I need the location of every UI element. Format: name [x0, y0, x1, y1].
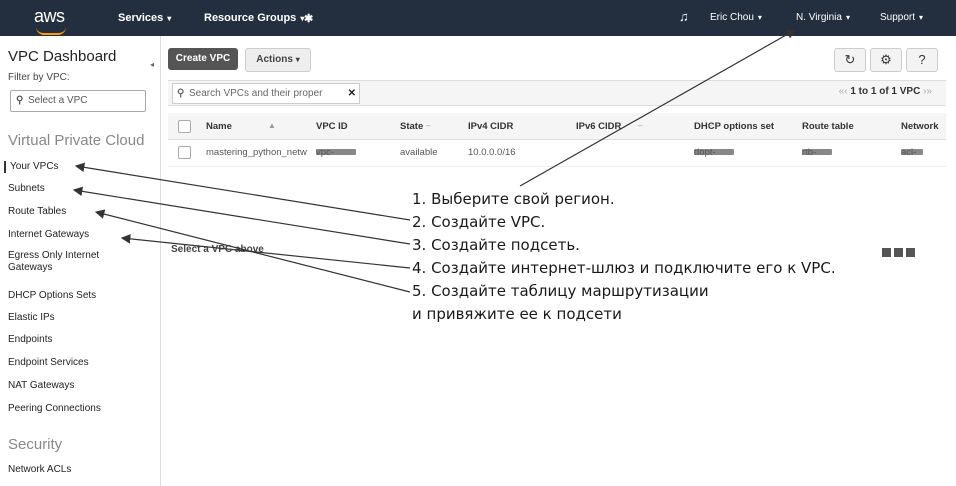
pin-icon[interactable]: ✱: [304, 12, 313, 25]
column-header-ipv4-cidr[interactable]: IPv4 CIDR: [468, 121, 513, 132]
support-menu[interactable]: Support ▾: [880, 12, 923, 23]
vpc-search-bar: ⚲ Search VPCs and their proper ✕ «‹ 1 to…: [168, 80, 946, 106]
cell-ipv4-cidr: 10.0.0.0/16: [468, 147, 516, 158]
services-menu[interactable]: Services ▾: [118, 12, 171, 24]
search-icon: ⚲: [16, 95, 24, 106]
create-vpc-button[interactable]: Create VPC: [168, 48, 238, 70]
clear-search-icon[interactable]: ✕: [348, 84, 356, 103]
annotation-step-4: 4. Создайте интернет-шлюз и подключите е…: [412, 259, 836, 277]
sidebar-item-internet-gateways[interactable]: Internet Gateways: [8, 229, 148, 241]
table-header: Name ▲ VPC ID – State – IPv4 CIDR IPv6 CIDR…: [168, 113, 946, 140]
arrow-to-internet-gateways: [120, 234, 411, 269]
sidebar-item-endpoint-services[interactable]: Endpoint Services: [8, 357, 148, 369]
pagination: «‹ 1 to 1 of 1 VPC ›»: [838, 86, 932, 97]
layout-bottom-icon[interactable]: [906, 248, 915, 257]
cell-route-table: rtb-: [802, 147, 832, 158]
sidebar-item-peering-connections[interactable]: Peering Connections: [8, 403, 148, 415]
region-selector[interactable]: N. Virginia ▾: [796, 12, 850, 23]
chevron-down-icon: ▾: [845, 13, 850, 22]
help-icon[interactable]: ?: [906, 48, 938, 72]
sort-icon: –: [816, 121, 821, 130]
aws-logo-smile-icon: [36, 27, 66, 35]
resource-groups-menu[interactable]: Resource Groups ▾: [204, 12, 304, 24]
cell-name: mastering_python_netw: [206, 147, 307, 158]
sidebar-item-nat-gateways[interactable]: NAT Gateways: [8, 380, 148, 392]
top-nav-bar: aws Services ▾ Resource Groups ▾ ✱ ♫ Eric …: [0, 0, 956, 36]
cell-state: available: [400, 147, 438, 158]
cell-dhcp-options-set: dopt-: [694, 147, 734, 158]
row-checkbox[interactable]: [178, 146, 191, 159]
actions-dropdown[interactable]: Actions ▾: [245, 48, 311, 72]
sort-icon: –: [638, 121, 643, 130]
chevron-down-icon: ▾: [167, 14, 172, 23]
sidebar-item-subnets[interactable]: Subnets: [8, 183, 148, 195]
sidebar-title[interactable]: VPC Dashboard: [8, 48, 116, 65]
select-all-checkbox[interactable]: [178, 120, 191, 133]
detail-empty-message: Select a VPC above: [171, 244, 264, 255]
chevron-down-icon: ▾: [919, 13, 924, 22]
filter-label: Filter by VPC:: [8, 72, 70, 83]
sidebar: VPC Dashboard ◂ Filter by VPC: ⚲ Select …: [0, 36, 161, 486]
annotation-step-5-continued: и привяжите ее к подсети: [412, 305, 622, 323]
search-icon: ⚲: [177, 88, 185, 99]
bell-icon[interactable]: ♫: [679, 9, 689, 24]
user-menu[interactable]: Eric Chou ▾: [710, 12, 762, 23]
sidebar-item-network-acls[interactable]: Network ACLs: [8, 464, 148, 476]
sort-icon: –: [708, 121, 713, 130]
pagination-label: 1 to 1 of 1 VPC: [850, 86, 921, 97]
chevron-down-icon: ▾: [295, 55, 300, 64]
vpc-filter-placeholder: Select a VPC: [28, 95, 88, 106]
cell-vpc-id: vpc-: [316, 147, 356, 158]
section-virtual-private-cloud: Virtual Private Cloud: [8, 132, 145, 149]
annotation-step-5: 5. Создайте таблицу маршрутизации: [412, 282, 709, 300]
chevron-down-icon: ▾: [757, 13, 762, 22]
aws-logo[interactable]: aws: [34, 6, 65, 27]
layout-full-icon[interactable]: [882, 248, 891, 257]
sidebar-item-egress-only-internet-gateways[interactable]: Egress Only Internet Gateways: [8, 250, 118, 274]
sort-icon: –: [342, 121, 347, 130]
annotation-step-2: 2. Создайте VPC.: [412, 213, 546, 231]
layout-split-icon[interactable]: [894, 248, 903, 257]
gear-icon[interactable]: ⚙: [870, 48, 902, 72]
annotation-step-1: 1. Выберите свой регион.: [412, 190, 615, 208]
sort-icon: –: [426, 121, 431, 130]
pane-layout-controls: [882, 244, 918, 262]
annotation-step-3: 3. Создайте подсеть.: [412, 236, 580, 254]
sidebar-item-dhcp-options-sets[interactable]: DHCP Options Sets: [8, 290, 148, 302]
sidebar-item-elastic-ips[interactable]: Elastic IPs: [8, 312, 148, 324]
sidebar-item-route-tables[interactable]: Route Tables: [8, 206, 148, 218]
vpc-filter-select[interactable]: ⚲ Select a VPC: [10, 90, 146, 112]
section-security: Security: [8, 436, 63, 453]
sidebar-item-your-vpcs[interactable]: Your VPCs: [4, 161, 150, 173]
vpc-search-input[interactable]: ⚲ Search VPCs and their proper ✕: [172, 83, 360, 104]
refresh-icon[interactable]: ↻: [834, 48, 866, 72]
sort-icon: ▲: [268, 121, 276, 130]
sidebar-item-endpoints[interactable]: Endpoints: [8, 334, 148, 346]
search-placeholder: Search VPCs and their proper: [189, 88, 323, 99]
column-header-network[interactable]: Network: [901, 121, 938, 132]
cell-network: acl-: [901, 147, 923, 158]
collapse-sidebar-icon[interactable]: ◂: [150, 60, 154, 69]
table-row[interactable]: mastering_python_netw vpc- available 10.…: [168, 140, 946, 167]
